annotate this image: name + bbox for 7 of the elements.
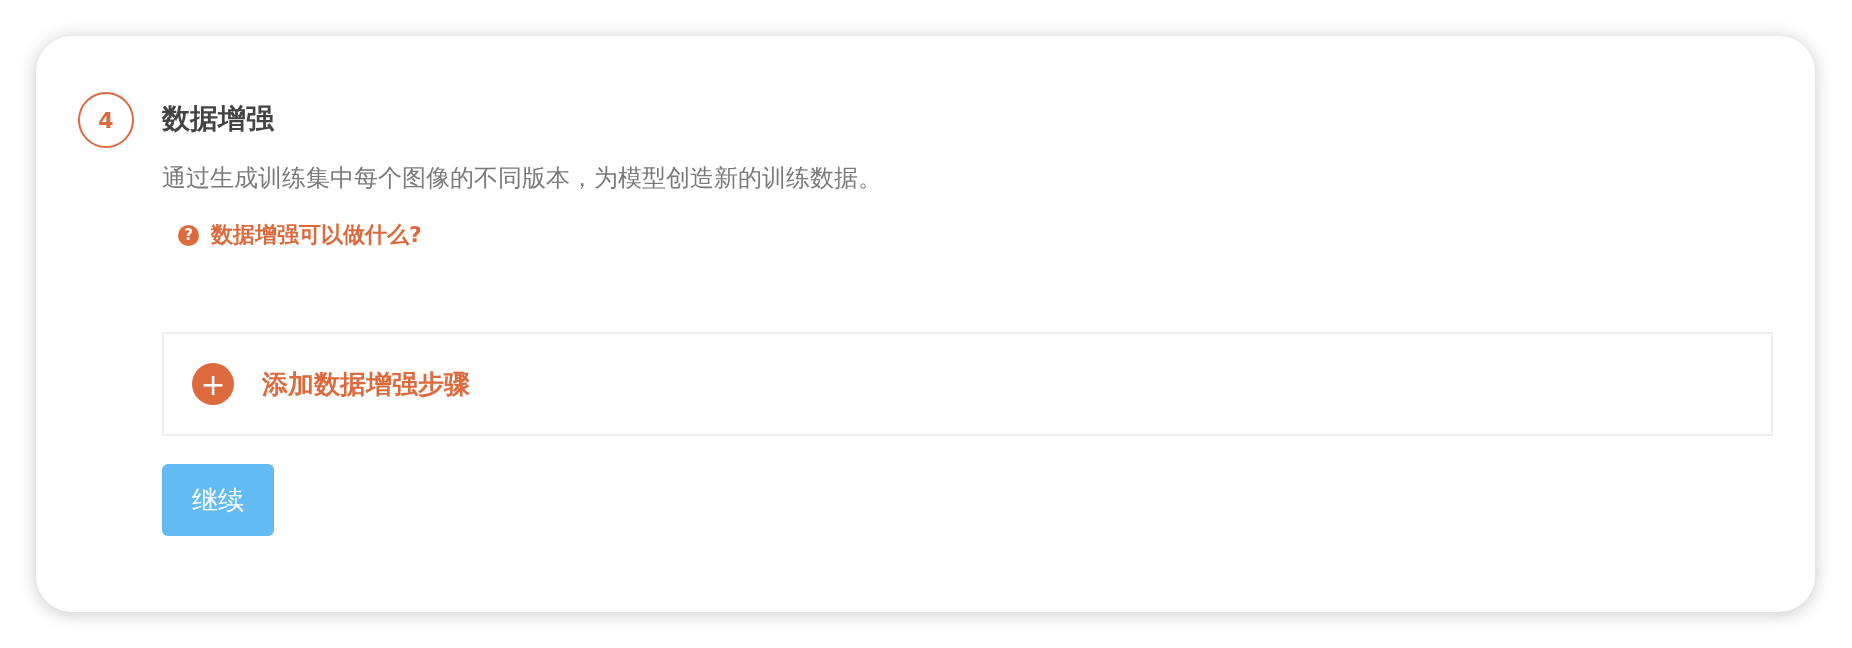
help-icon: ? xyxy=(178,224,199,246)
add-step-button[interactable]: + 添加数据增强步骤 xyxy=(162,332,1773,436)
plus-icon: + xyxy=(192,363,234,405)
step-title: 数据增强 xyxy=(162,101,274,137)
step-description: 通过生成训练集中每个图像的不同版本，为模型创造新的训练数据。 xyxy=(162,163,882,194)
step-number: 4 xyxy=(78,92,134,148)
help-link[interactable]: ? 数据增强可以做什么? xyxy=(178,220,422,250)
